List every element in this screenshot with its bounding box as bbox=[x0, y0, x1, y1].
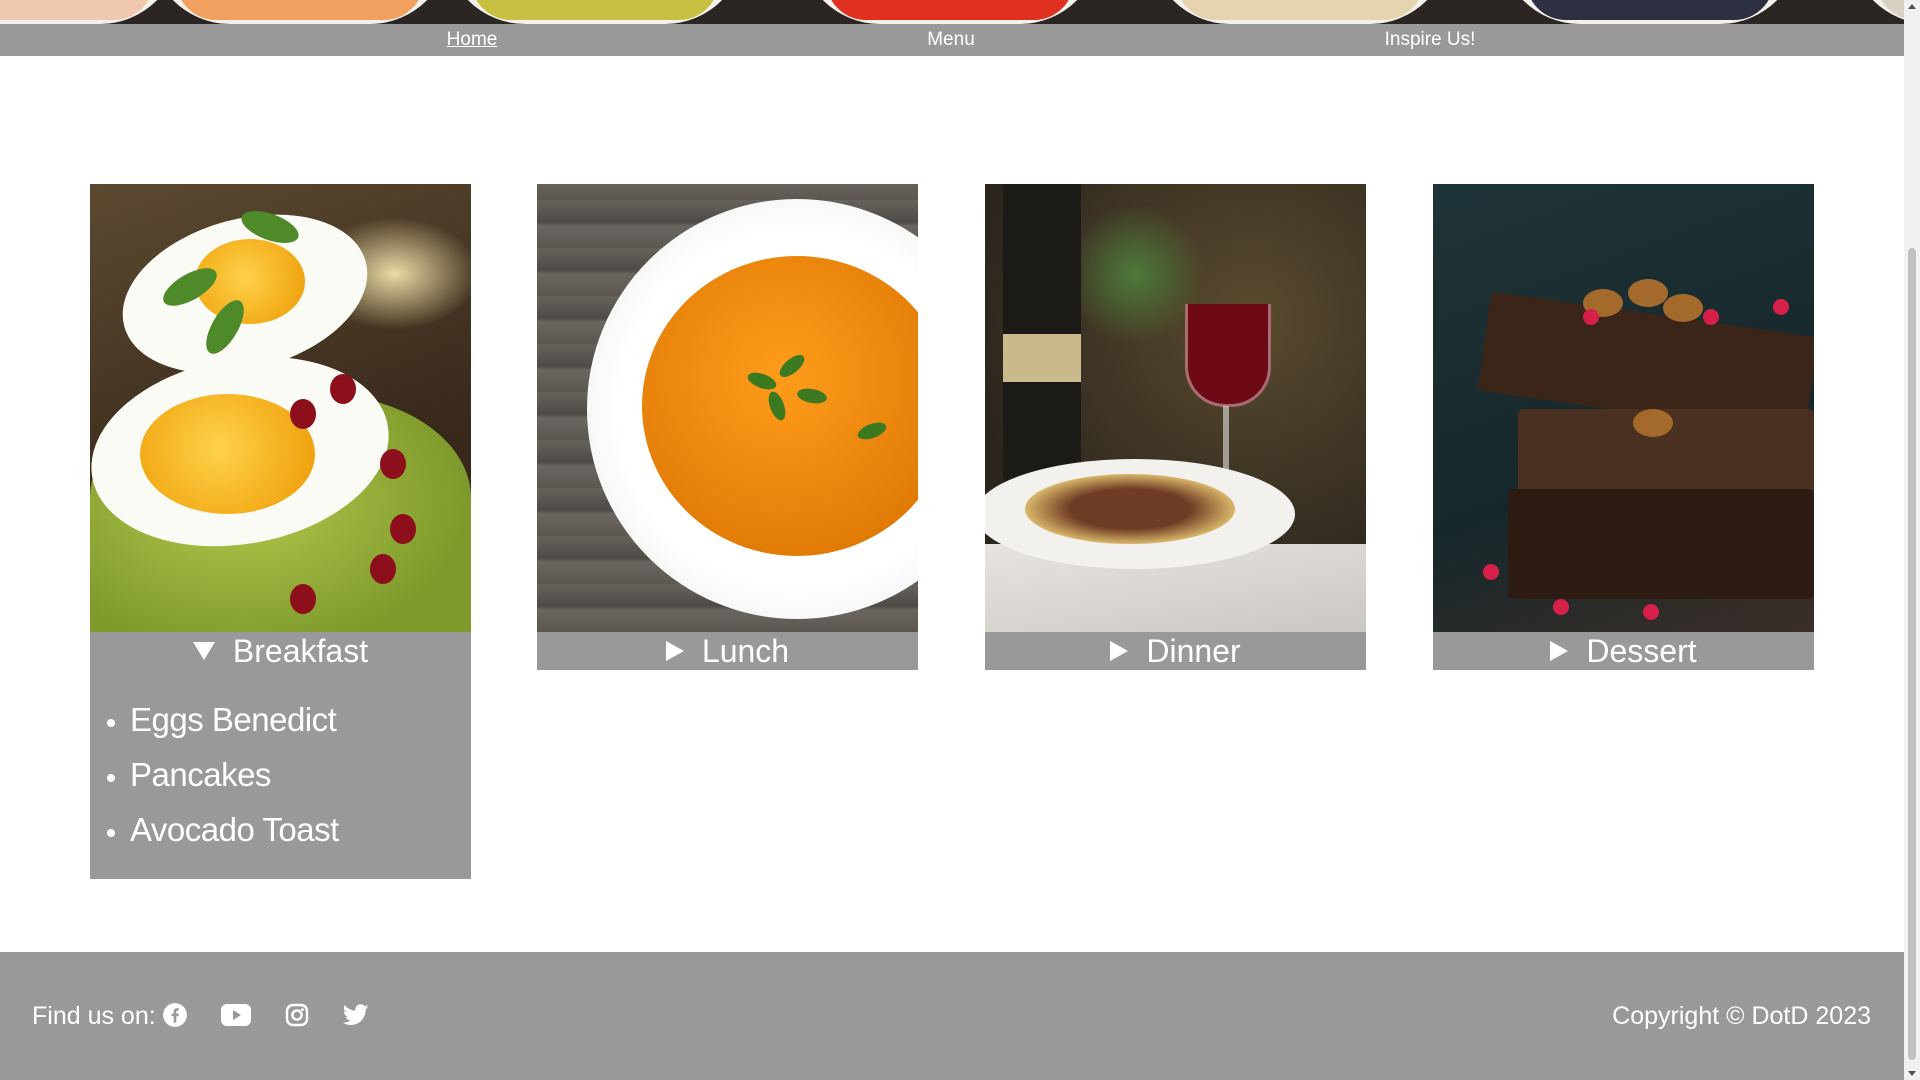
twitter-icon[interactable] bbox=[341, 1000, 371, 1030]
dessert-toggle[interactable]: Dessert bbox=[1433, 632, 1814, 670]
dinner-image bbox=[985, 184, 1366, 632]
breakfast-toggle[interactable]: Breakfast bbox=[90, 632, 471, 670]
scroll-down-arrow-icon[interactable] bbox=[1908, 1071, 1916, 1076]
lunch-image bbox=[537, 184, 918, 632]
find-us-label: Find us on: bbox=[32, 1002, 156, 1030]
hero-banner-strip bbox=[0, 0, 1904, 24]
nav-link-menu[interactable]: Menu bbox=[927, 29, 975, 51]
dinner-toggle[interactable]: Dinner bbox=[985, 632, 1366, 670]
page-scrollbar[interactable] bbox=[1904, 0, 1920, 1080]
menu-card-breakfast: Breakfast Eggs Benedict Pancakes Avocado… bbox=[90, 184, 471, 879]
card-title: Breakfast bbox=[232, 632, 369, 669]
breakfast-image bbox=[90, 184, 471, 632]
caret-right-icon bbox=[1550, 641, 1569, 661]
lunch-toggle[interactable]: Lunch bbox=[537, 632, 918, 670]
caret-down-icon bbox=[192, 642, 215, 660]
breakfast-list: Eggs Benedict Pancakes Avocado Toast bbox=[90, 670, 471, 879]
facebook-icon[interactable] bbox=[160, 1000, 190, 1030]
card-title: Dessert bbox=[1586, 632, 1697, 669]
menu-card-lunch: Lunch bbox=[537, 184, 918, 670]
nav-link-inspire-us[interactable]: Inspire Us! bbox=[1385, 29, 1476, 51]
card-title: Lunch bbox=[701, 632, 790, 669]
list-item: Pancakes bbox=[130, 747, 471, 802]
list-item: Avocado Toast bbox=[130, 802, 471, 857]
caret-right-icon bbox=[1110, 641, 1129, 661]
menu-card-dessert: Dessert bbox=[1433, 184, 1814, 670]
caret-right-icon bbox=[665, 641, 684, 661]
card-title: Dinner bbox=[1146, 632, 1241, 669]
nav-link-home[interactable]: Home bbox=[447, 29, 498, 51]
scrollbar-thumb[interactable] bbox=[1908, 248, 1916, 1060]
copyright-text: Copyright © DotD 2023 bbox=[1612, 1002, 1871, 1030]
list-item: Eggs Benedict bbox=[130, 692, 471, 747]
scroll-up-arrow-icon[interactable] bbox=[1908, 4, 1916, 9]
page: Home Menu Inspire Us! Breakfast Eggs Ben bbox=[0, 0, 1904, 1080]
menu-card-dinner: Dinner bbox=[985, 184, 1366, 670]
footer: Find us on: Copyright © DotD 2023 bbox=[0, 952, 1904, 1080]
main-nav: Home Menu Inspire Us! bbox=[0, 24, 1904, 56]
youtube-icon[interactable] bbox=[221, 1000, 251, 1030]
dessert-image bbox=[1433, 184, 1814, 632]
instagram-icon[interactable] bbox=[282, 1000, 312, 1030]
